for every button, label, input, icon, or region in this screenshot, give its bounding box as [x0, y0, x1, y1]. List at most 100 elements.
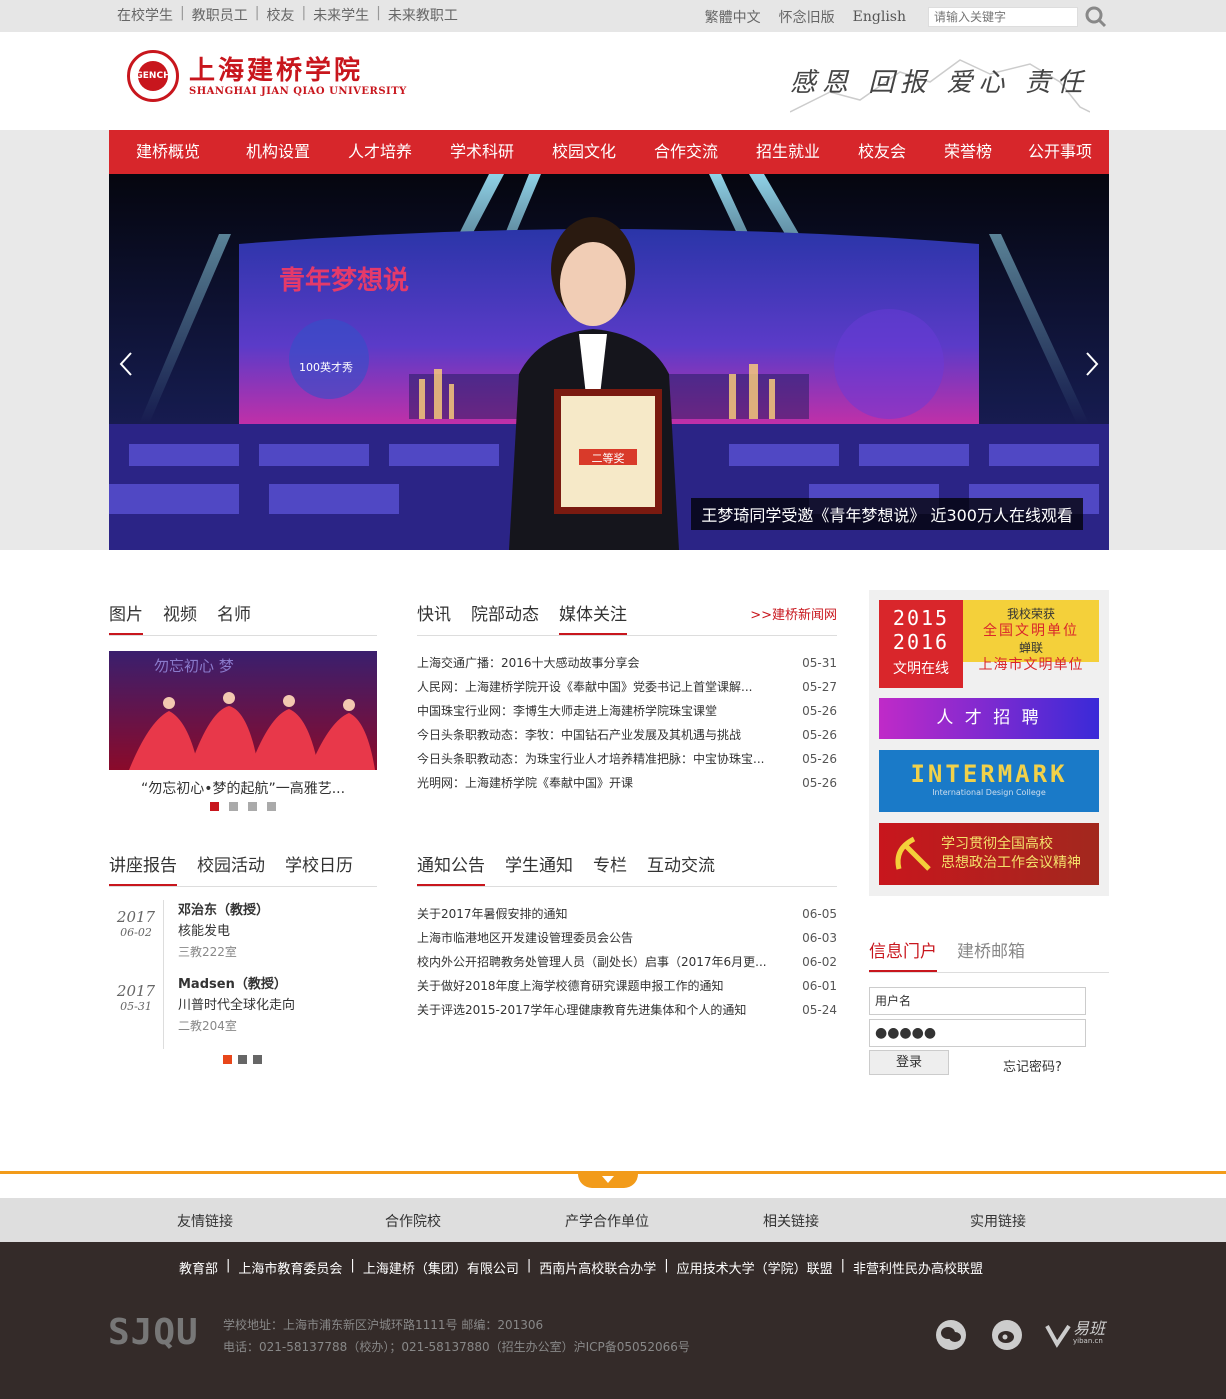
slogan-text: 感恩 回报 爱心 责任 [790, 68, 1089, 98]
banner-image[interactable]: 青年梦想说 100英才秀 二等奖 王梦琦同学受邀《青年梦想说》 近300万人在线… [109, 174, 1109, 550]
link-traditional-chinese[interactable]: 繁體中文 [705, 7, 761, 27]
partner-link[interactable]: 西南片高校联合办学 [539, 1258, 656, 1277]
tab-teachers[interactable]: 名师 [217, 600, 251, 635]
wechat-icon[interactable] [936, 1320, 966, 1350]
footer-useful-links[interactable]: 实用链接 [970, 1211, 1026, 1231]
news-item[interactable]: 中国珠宝行业网：李博生大师走进上海建桥学院珠宝课堂 05-26 [417, 699, 837, 723]
banner-carousel: 青年梦想说 100英才秀 二等奖 王梦琦同学受邀《青年梦想说》 近300万人在线… [0, 174, 1226, 550]
footer: 教育部 | 上海市教育委员会 | 上海建桥（集团）有限公司 | 西南片高校联合办学 | … [0, 1242, 1226, 1399]
media-news-list: 上海交通广播：2016十大感动故事分享会 05-31 人民网：上海建桥学院开设《奉… [417, 651, 837, 795]
logo-seal-text: GENCH [135, 61, 171, 91]
university-logo[interactable]: GENCH 上海建桥学院 SHANGHAI JIAN QIAO UNIVERSI… [127, 50, 407, 102]
news-site-link[interactable]: >>建桥新闻网 [750, 604, 837, 623]
pagination-dot[interactable] [248, 802, 257, 811]
nav-item-culture[interactable]: 校园文化 [533, 130, 635, 174]
ideology-promo[interactable]: 学习贯彻全国高校 思想政治工作会议精神 [879, 823, 1099, 885]
tab-interaction[interactable]: 互动交流 [647, 851, 715, 886]
pagination-dot[interactable] [229, 802, 238, 811]
carousel-prev-arrow-icon[interactable] [117, 349, 137, 379]
link-alumni[interactable]: 校友 [259, 5, 301, 25]
link-staff[interactable]: 教职员工 [185, 5, 255, 25]
tab-info-portal[interactable]: 信息门户 [869, 937, 937, 972]
news-item[interactable]: 今日头条职教动态：李牧：中国钻石产业发展及其机遇与挑战 05-26 [417, 723, 837, 747]
search-icon[interactable] [1084, 5, 1108, 29]
lecture-item[interactable]: 2017 05-31 Madsen（教授） 川普时代全球化走向 二教204室 [109, 974, 295, 1049]
footer-industry-partners[interactable]: 产学合作单位 [565, 1211, 649, 1231]
footer-related-links[interactable]: 相关链接 [763, 1211, 819, 1231]
search-input[interactable] [928, 7, 1078, 27]
nav-item-honors[interactable]: 荣誉榜 [925, 130, 1011, 174]
photo-caption[interactable]: “勿忘初心•梦的起航”一高雅艺... [109, 778, 377, 798]
partner-link[interactable]: 应用技术大学（学院）联盟 [677, 1258, 833, 1277]
link-current-students[interactable]: 在校学生 [110, 5, 180, 25]
username-field[interactable]: 用户名 [869, 987, 1086, 1015]
notice-item[interactable]: 校内外公开招聘教务处管理人员（副处长）启事（2017年6月更... 06-02 [417, 950, 837, 974]
nav-item-disclosure[interactable]: 公开事项 [1011, 130, 1109, 174]
login-button[interactable]: 登录 [869, 1050, 949, 1075]
pagination-dot[interactable] [210, 802, 219, 811]
footer-partner-schools[interactable]: 合作院校 [385, 1211, 441, 1231]
notice-item[interactable]: 关于评选2015-2017学年心理健康教育先进集体和个人的通知 05-24 [417, 998, 837, 1022]
news-item[interactable]: 上海交通广播：2016十大感动故事分享会 05-31 [417, 651, 837, 675]
nav-item-overview[interactable]: 建桥概览 [109, 130, 227, 174]
header: GENCH 上海建桥学院 SHANGHAI JIAN QIAO UNIVERSI… [0, 32, 1226, 130]
nav-item-alumni[interactable]: 校友会 [839, 130, 925, 174]
nav-item-admissions[interactable]: 招生就业 [737, 130, 839, 174]
password-field[interactable]: ●●●●● [869, 1019, 1086, 1047]
pagination-dot[interactable] [253, 1055, 262, 1064]
tab-lectures[interactable]: 讲座报告 [109, 851, 177, 886]
tab-department-news[interactable]: 院部动态 [471, 600, 539, 635]
audience-links: 在校学生 | 教职员工 | 校友 | 未来学生 | 未来教职工 [110, 5, 465, 25]
lecture-date: 2017 06-02 [109, 900, 164, 975]
nav-item-cooperation[interactable]: 合作交流 [635, 130, 737, 174]
news-item[interactable]: 人民网：上海建桥学院开设《奉献中国》党委书记上首堂课解... 05-27 [417, 675, 837, 699]
link-future-students[interactable]: 未来学生 [306, 5, 376, 25]
banner-caption[interactable]: 王梦琦同学受邀《青年梦想说》 近300万人在线观看 [691, 498, 1083, 530]
weibo-icon[interactable] [992, 1320, 1022, 1350]
promo-panel: 2015 2016 文明在线 我校荣获 全国文明单位 蝉联 上海市文明单位 人 … [869, 590, 1109, 896]
tab-photos[interactable]: 图片 [109, 600, 143, 635]
hammer-sickle-icon [895, 836, 931, 871]
nav-item-departments[interactable]: 机构设置 [227, 130, 329, 174]
pagination-dot[interactable] [267, 802, 276, 811]
partner-link[interactable]: 教育部 [179, 1258, 218, 1277]
partner-link[interactable]: 上海建桥（集团）有限公司 [363, 1258, 519, 1277]
nav-item-research[interactable]: 学术科研 [431, 130, 533, 174]
partner-link[interactable]: 上海市教育委员会 [238, 1258, 342, 1277]
tab-media-focus[interactable]: 媒体关注 [559, 600, 627, 635]
news-item[interactable]: 光明网：上海建桥学院《奉献中国》开课 05-26 [417, 771, 837, 795]
partner-links: 教育部 | 上海市教育委员会 | 上海建桥（集团）有限公司 | 西南片高校联合办学 | … [179, 1258, 984, 1277]
intermark-promo[interactable]: INTERMARK International Design College [879, 750, 1099, 812]
lecture-item[interactable]: 2017 06-02 邓治东（教授） 核能发电 三教222室 [109, 900, 269, 975]
tab-videos[interactable]: 视频 [163, 600, 197, 635]
notice-item[interactable]: 上海市临港地区开发建设管理委员会公告 06-03 [417, 926, 837, 950]
nav-item-education[interactable]: 人才培养 [329, 130, 431, 174]
link-old-version[interactable]: 怀念旧版 [779, 7, 835, 27]
notice-item[interactable]: 关于2017年暑假安排的通知 06-05 [417, 902, 837, 926]
tab-school-calendar[interactable]: 学校日历 [285, 851, 353, 886]
tab-columns[interactable]: 专栏 [593, 851, 627, 886]
tab-campus-events[interactable]: 校园活动 [197, 851, 265, 886]
yiban-logo[interactable]: 易班 yiban.cn [1045, 1321, 1105, 1348]
link-future-staff[interactable]: 未来教职工 [381, 5, 465, 25]
notice-item[interactable]: 关于做好2018年度上海学校德育研究课题申报工作的通知 06-01 [417, 974, 837, 998]
footer-toggle-tab[interactable] [578, 1172, 638, 1188]
pagination-dot[interactable] [238, 1055, 247, 1064]
tab-news-flash[interactable]: 快讯 [417, 600, 451, 635]
forgot-password-link[interactable]: 忘记密码? [1003, 1056, 1062, 1075]
link-english[interactable]: English [853, 9, 906, 25]
lecture-room: 三教222室 [178, 945, 237, 959]
tab-student-notices[interactable]: 学生通知 [505, 851, 573, 886]
recruitment-promo[interactable]: 人 才 招 聘 [879, 698, 1099, 739]
tab-notices[interactable]: 通知公告 [417, 851, 485, 886]
slogan: 感恩 回报 爱心 责任 [790, 52, 1090, 122]
carousel-next-arrow-icon[interactable] [1081, 349, 1101, 379]
photo-thumbnail[interactable]: 勿忘初心 梦 [109, 651, 377, 770]
news-item[interactable]: 今日头条职教动态：为珠宝行业人才培养精准把脉：中宝协珠宝... 05-26 [417, 747, 837, 771]
tab-email[interactable]: 建桥邮箱 [957, 937, 1025, 972]
pagination-dot[interactable] [223, 1055, 232, 1064]
footer-friend-links[interactable]: 友情链接 [177, 1211, 233, 1231]
civilization-promo[interactable]: 2015 2016 文明在线 我校荣获 全国文明单位 蝉联 上海市文明单位 [879, 600, 1099, 688]
lecture-room: 二教204室 [178, 1019, 237, 1033]
partner-link[interactable]: 非营利性民办高校联盟 [853, 1258, 983, 1277]
